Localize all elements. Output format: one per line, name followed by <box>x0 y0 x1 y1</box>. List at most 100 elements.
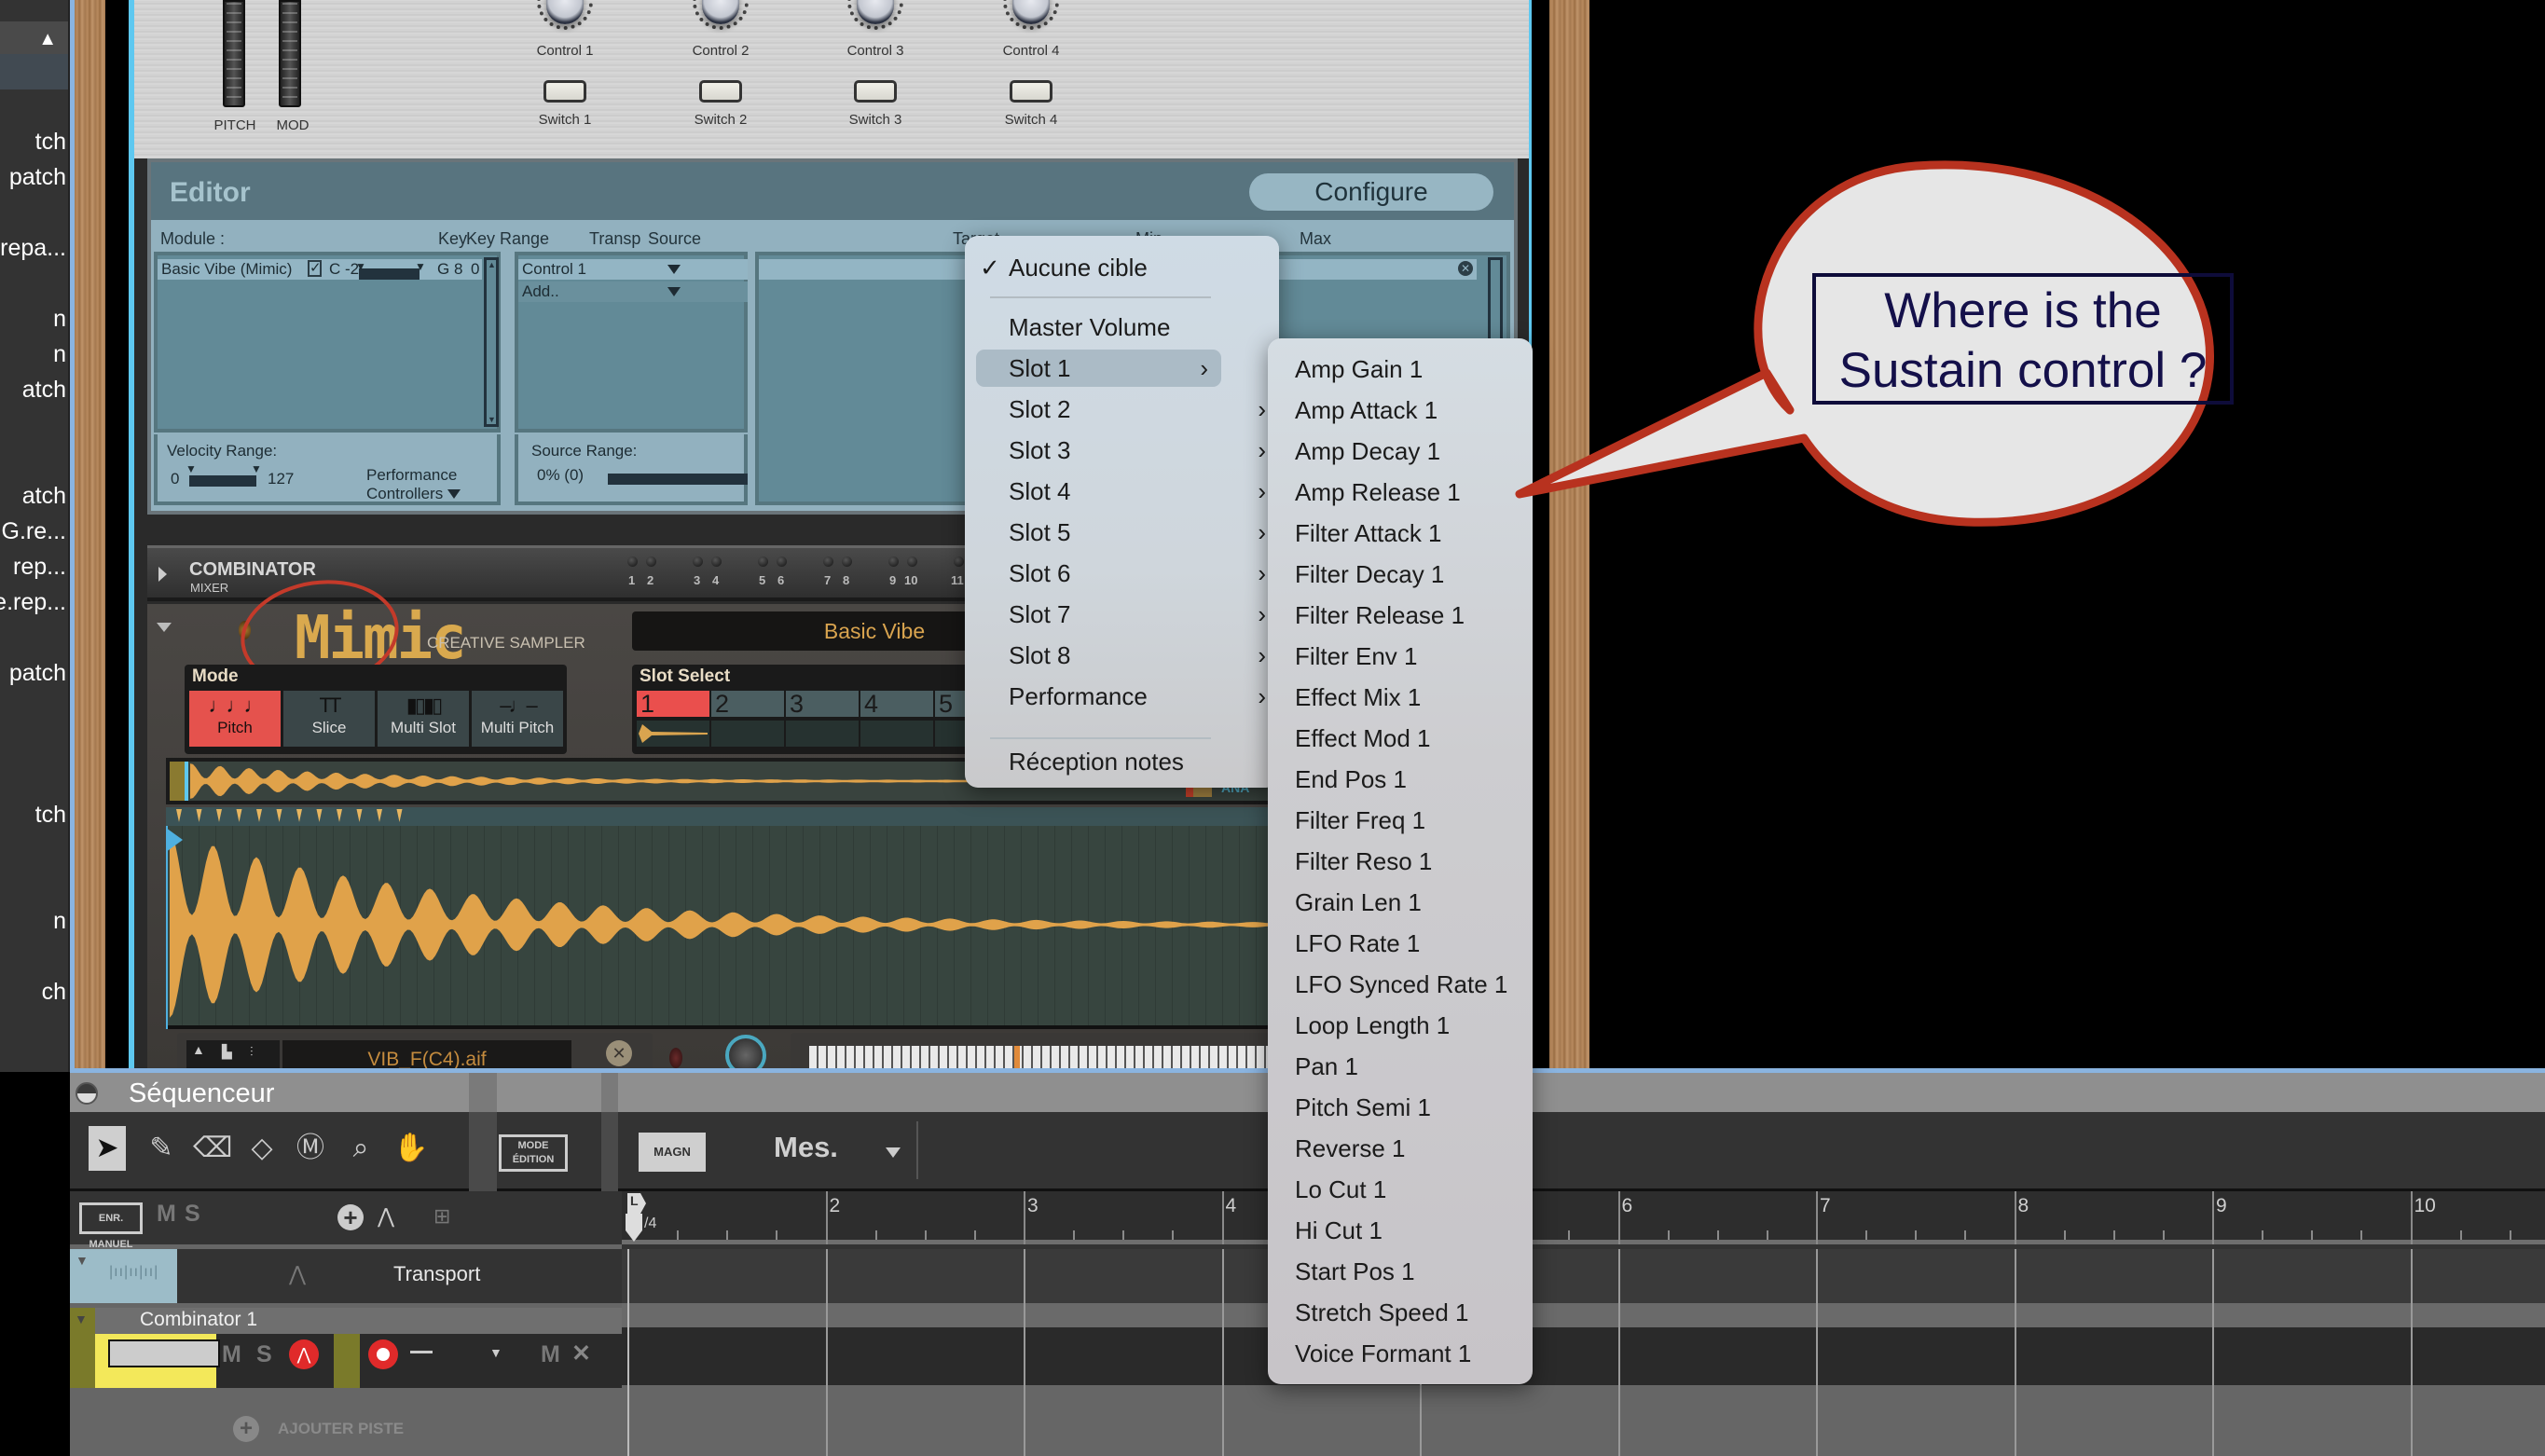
browser-item[interactable]: tch <box>35 802 66 829</box>
delete-lane-icon[interactable]: ✕ <box>571 1339 591 1367</box>
submenu-item-amp-release-1[interactable]: Amp Release 1 <box>1295 472 1461 513</box>
add-icon[interactable]: + <box>337 1204 364 1230</box>
add-track-icon[interactable]: + <box>233 1416 259 1442</box>
submenu-item-filter-reso-1[interactable]: Filter Reso 1 <box>1295 841 1432 882</box>
browser-item[interactable]: repa... <box>0 235 66 262</box>
browser-item[interactable]: G.re... <box>2 518 66 545</box>
control-2-knob[interactable] <box>691 0 750 32</box>
submenu-item-effect-mod-1[interactable]: Effect Mod 1 <box>1295 718 1431 759</box>
solo-all-button[interactable]: S <box>185 1201 200 1228</box>
fold-arrow-icon[interactable]: ▼ <box>75 1312 88 1326</box>
sample-up-icon[interactable]: ▲ <box>192 1042 205 1057</box>
submenu-item-end-pos-1[interactable]: End Pos 1 <box>1295 759 1407 800</box>
timeline-ruler[interactable]: L /4 2345678910 <box>622 1191 2545 1244</box>
slice-marker-icon[interactable] <box>256 809 262 822</box>
submenu-item-reverse-1[interactable]: Reverse 1 <box>1295 1128 1406 1169</box>
magnify-tool[interactable]: ⌕ <box>342 1126 379 1171</box>
menu-item-slot-6[interactable]: Slot 6 › <box>965 555 1279 592</box>
mod-wheel[interactable] <box>279 0 301 107</box>
menu-item-slot-2[interactable]: Slot 2 › <box>965 391 1279 428</box>
control-1-knob[interactable] <box>535 0 595 32</box>
scroll-up-icon[interactable]: ▲ <box>488 260 496 269</box>
loop-left-marker[interactable]: L <box>627 1193 646 1214</box>
dropdown-arrow-icon[interactable] <box>667 265 681 274</box>
browser-item[interactable]: rep... <box>13 554 66 581</box>
automation-icon[interactable]: ⋀ <box>289 1262 306 1286</box>
browser-item[interactable]: n <box>53 306 66 333</box>
slot-2-button[interactable]: 2 <box>711 691 784 717</box>
submenu-item-voice-formant-1[interactable]: Voice Formant 1 <box>1295 1333 1471 1374</box>
submenu-item-loop-length-1[interactable]: Loop Length 1 <box>1295 1005 1450 1046</box>
velocity-low-handle[interactable]: ▼ <box>186 462 197 475</box>
submenu-item-lfo-rate-1[interactable]: LFO Rate 1 <box>1295 923 1420 964</box>
snap-dropdown-icon[interactable] <box>886 1147 901 1158</box>
transport-lane[interactable] <box>622 1249 2545 1303</box>
switch-4-button[interactable] <box>1010 80 1052 103</box>
browser-item[interactable]: atch <box>22 377 66 404</box>
submenu-item-filter-release-1[interactable]: Filter Release 1 <box>1295 595 1465 636</box>
lane-mute-button[interactable]: M <box>541 1341 560 1368</box>
slot-1-button[interactable]: 1 <box>637 691 709 717</box>
browser-item[interactable]: patch <box>9 660 66 687</box>
slice-marker-icon[interactable] <box>236 809 242 822</box>
browser-item[interactable]: patch <box>9 164 66 191</box>
snap-button[interactable]: MAGN <box>639 1133 706 1172</box>
velocity-high-handle[interactable]: ▼ <box>251 462 262 475</box>
mode-slice-button[interactable]: TT Slice <box>283 691 375 747</box>
submenu-item-lfo-synced-rate-1[interactable]: LFO Synced Rate 1 <box>1295 964 1507 1005</box>
expand-arrow-icon[interactable] <box>158 567 167 582</box>
sample-filename[interactable]: VIB_F(C4).aif <box>282 1040 571 1072</box>
key-range-slider[interactable] <box>359 268 420 280</box>
submenu-item-stretch-speed-1[interactable]: Stretch Speed 1 <box>1295 1292 1468 1333</box>
browser-selected-row[interactable] <box>0 54 68 89</box>
menu-item-master-volume[interactable]: Master Volume <box>965 309 1279 346</box>
transp-value[interactable]: 0 <box>471 259 479 280</box>
track-device-thumbnail[interactable] <box>95 1334 220 1388</box>
slice-marker-icon[interactable] <box>296 809 302 822</box>
menu-item-slot-4[interactable]: Slot 4 › <box>965 473 1279 510</box>
source-add-row[interactable]: Add.. <box>518 282 748 302</box>
performance-controllers-dropdown[interactable]: Performance Controllers <box>366 466 497 503</box>
browser-item[interactable]: atch <box>22 483 66 510</box>
track-lanes[interactable] <box>622 1249 2545 1456</box>
submenu-item-effect-mix-1[interactable]: Effect Mix 1 <box>1295 677 1421 718</box>
source-range-slider[interactable] <box>608 474 748 485</box>
record-enable-button[interactable] <box>368 1339 398 1369</box>
volume-knob[interactable] <box>725 1035 766 1072</box>
slice-marker-icon[interactable] <box>216 809 222 822</box>
module-list-scrollbar[interactable]: ▲ ▼ <box>484 257 499 427</box>
menu-item-aucune-cible[interactable]: ✓ Aucune cible <box>965 249 1279 286</box>
slice-marker-icon[interactable] <box>176 809 182 822</box>
mode-pitch-button[interactable]: ♩♩♩ Pitch <box>189 691 281 747</box>
submenu-item-amp-decay-1[interactable]: Amp Decay 1 <box>1295 431 1440 472</box>
menu-item-slot-7[interactable]: Slot 7 › <box>965 596 1279 633</box>
menu-item-slot-1[interactable]: Slot 1 › <box>976 350 1221 387</box>
browser-item[interactable]: n <box>53 341 66 368</box>
submenu-item-filter-attack-1[interactable]: Filter Attack 1 <box>1295 513 1442 554</box>
control-4-knob[interactable] <box>1001 0 1061 32</box>
submenu-item-amp-attack-1[interactable]: Amp Attack 1 <box>1295 390 1438 431</box>
track-automation-icon[interactable]: ⋀ <box>289 1339 319 1369</box>
pencil-tool[interactable]: ✎ <box>143 1126 180 1171</box>
mute-tool[interactable]: Ⓜ <box>292 1126 329 1171</box>
manual-record-button[interactable]: ENR. MANUEL <box>79 1202 143 1250</box>
module-row[interactable]: Basic Vibe (Mimic) ✓ C -2 ▼ ▼ G 8 0 <box>158 259 482 280</box>
add-track-button[interactable]: AJOUTER PISTE <box>278 1420 404 1438</box>
mode-multi-pitch-button[interactable]: ‒♩‒ Multi Pitch <box>472 691 563 747</box>
browser-header[interactable]: ▲ <box>0 21 68 54</box>
source-row[interactable]: Control 1 <box>518 259 748 280</box>
configure-button[interactable]: Configure <box>1249 173 1493 211</box>
hand-tool[interactable]: ✋ <box>392 1126 430 1171</box>
track-solo-button[interactable]: S <box>256 1341 272 1368</box>
submenu-item-pitch-semi-1[interactable]: Pitch Semi 1 <box>1295 1087 1431 1128</box>
sample-waveform-icon[interactable]: ⫶ <box>250 1044 254 1060</box>
slice-marker-icon[interactable] <box>196 809 202 822</box>
switch-2-button[interactable] <box>699 80 742 103</box>
automation-icon[interactable]: ⋀ <box>378 1204 394 1229</box>
track-combinator[interactable]: ▼ M S ⋀ ▼ M ✕ <box>70 1308 622 1388</box>
folder-icon[interactable]: ▙ <box>222 1044 232 1060</box>
combinator-lane[interactable] <box>622 1327 2545 1385</box>
dropdown-arrow-icon[interactable] <box>667 287 681 296</box>
submenu-item-start-pos-1[interactable]: Start Pos 1 <box>1295 1251 1415 1292</box>
fold-arrow-icon[interactable]: ▼ <box>76 1253 89 1268</box>
